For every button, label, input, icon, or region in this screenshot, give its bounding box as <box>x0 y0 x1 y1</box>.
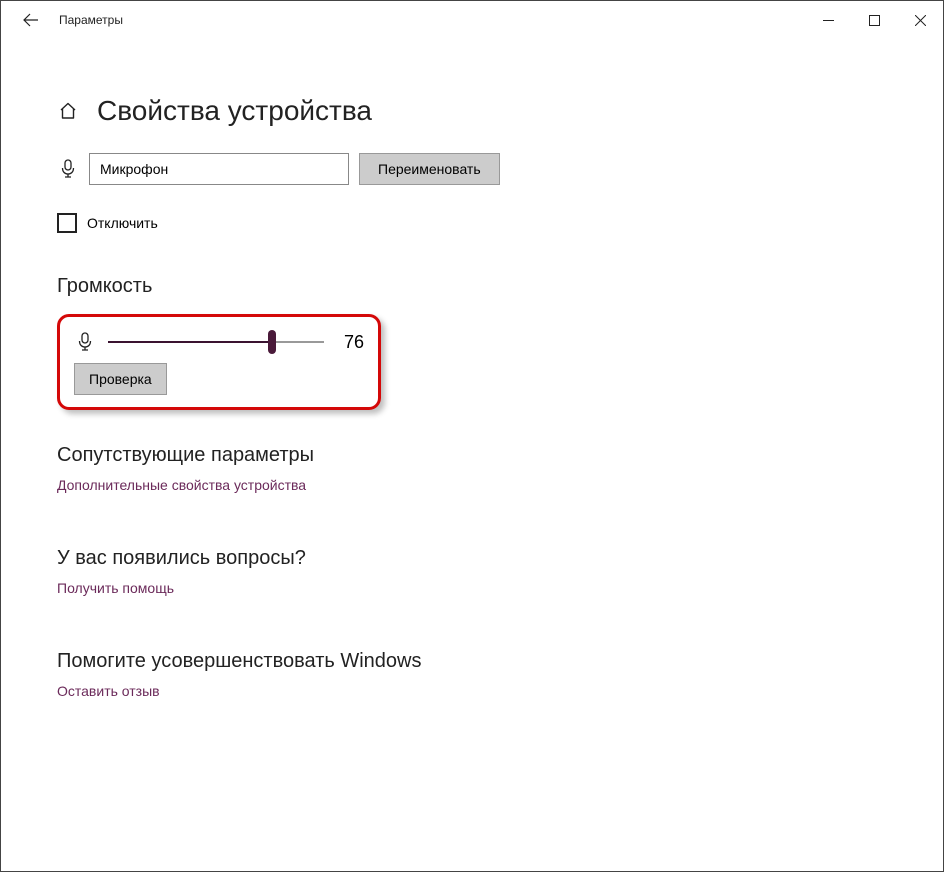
home-icon <box>59 102 77 120</box>
volume-callout: 76 Проверка <box>57 314 381 410</box>
home-button[interactable] <box>57 100 79 122</box>
slider-track-empty <box>272 341 324 343</box>
maximize-icon <box>869 15 880 26</box>
feedback-section: Помогите усовершенствовать Windows Остав… <box>57 650 903 699</box>
leave-feedback-link[interactable]: Оставить отзыв <box>57 683 903 699</box>
get-help-link[interactable]: Получить помощь <box>57 580 903 596</box>
titlebar: Параметры <box>1 1 943 39</box>
window-title: Параметры <box>53 13 123 27</box>
volume-heading: Громкость <box>57 275 903 298</box>
settings-window: Параметры Свойства устройства Пе <box>0 0 944 872</box>
minimize-icon <box>823 15 834 26</box>
content-area: Свойства устройства Переименовать Отключ… <box>1 39 943 871</box>
disable-checkbox[interactable] <box>57 213 77 233</box>
page-header: Свойства устройства <box>57 95 903 127</box>
close-icon <box>915 15 926 26</box>
minimize-button[interactable] <box>805 4 851 36</box>
close-button[interactable] <box>897 4 943 36</box>
device-name-input[interactable] <box>89 153 349 185</box>
back-button[interactable] <box>9 2 53 38</box>
page-title: Свойства устройства <box>97 95 372 127</box>
microphone-icon <box>77 332 93 352</box>
microphone-icon <box>60 159 76 179</box>
related-title: Сопутствующие параметры <box>57 444 903 467</box>
help-section: У вас появились вопросы? Получить помощь <box>57 547 903 596</box>
disable-row: Отключить <box>57 213 903 233</box>
device-name-row: Переименовать <box>57 153 903 185</box>
slider-thumb[interactable] <box>268 330 276 354</box>
disable-label: Отключить <box>87 215 158 231</box>
volume-slider-row: 76 <box>74 331 364 353</box>
device-icon <box>57 158 79 180</box>
volume-value: 76 <box>336 332 364 353</box>
slider-track-filled <box>108 341 272 343</box>
window-controls <box>805 4 943 36</box>
volume-slider[interactable] <box>108 332 324 352</box>
additional-device-properties-link[interactable]: Дополнительные свойства устройства <box>57 477 903 493</box>
rename-button[interactable]: Переименовать <box>359 153 500 185</box>
related-section: Сопутствующие параметры Дополнительные с… <box>57 444 903 493</box>
arrow-left-icon <box>23 12 39 28</box>
test-button[interactable]: Проверка <box>74 363 167 395</box>
volume-icon <box>74 331 96 353</box>
help-title: У вас появились вопросы? <box>57 547 903 570</box>
maximize-button[interactable] <box>851 4 897 36</box>
feedback-title: Помогите усовершенствовать Windows <box>57 650 903 673</box>
